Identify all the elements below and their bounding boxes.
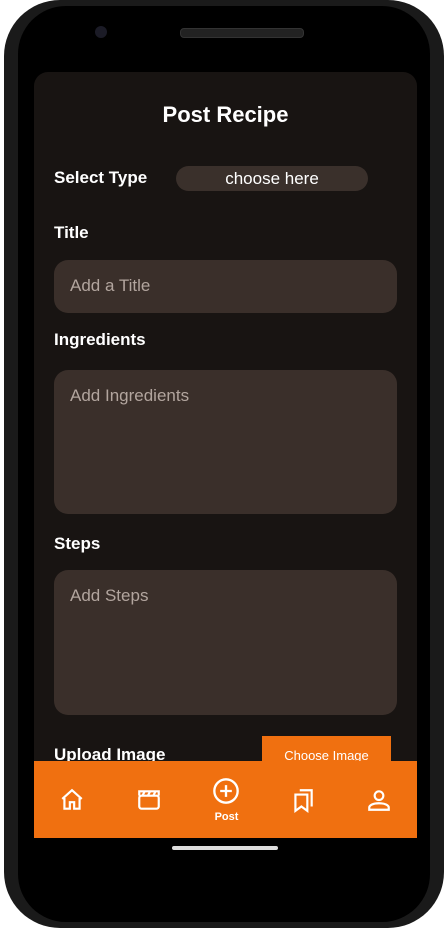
ingredients-label: Ingredients xyxy=(54,330,146,349)
screen: Post Recipe Select Type choose here Titl… xyxy=(34,72,417,838)
home-icon xyxy=(61,788,83,810)
type-dropdown[interactable]: choose here xyxy=(176,166,368,191)
bookmarks-icon xyxy=(294,788,314,813)
plus-circle-icon xyxy=(213,777,240,804)
steps-input[interactable]: Add Steps xyxy=(54,570,397,715)
select-type-label: Select Type xyxy=(54,168,148,187)
nav-videos[interactable] xyxy=(135,787,163,813)
person-icon xyxy=(368,789,390,811)
nav-saved[interactable] xyxy=(290,786,316,814)
bottom-nav: Post xyxy=(34,761,417,838)
ingredients-input[interactable]: Add Ingredients xyxy=(54,370,397,514)
nav-home[interactable] xyxy=(59,787,85,813)
title-label: Title xyxy=(54,223,89,242)
speaker xyxy=(180,28,304,38)
nav-post[interactable]: Post xyxy=(212,777,240,823)
clapperboard-icon xyxy=(137,789,160,810)
nav-post-label: Post xyxy=(214,810,239,823)
title-input[interactable]: Add a Title xyxy=(54,260,397,313)
home-indicator[interactable] xyxy=(172,846,278,850)
nav-profile[interactable] xyxy=(366,787,392,813)
camera xyxy=(95,26,107,38)
steps-label: Steps xyxy=(54,534,101,553)
page-title: Post Recipe xyxy=(162,102,289,127)
